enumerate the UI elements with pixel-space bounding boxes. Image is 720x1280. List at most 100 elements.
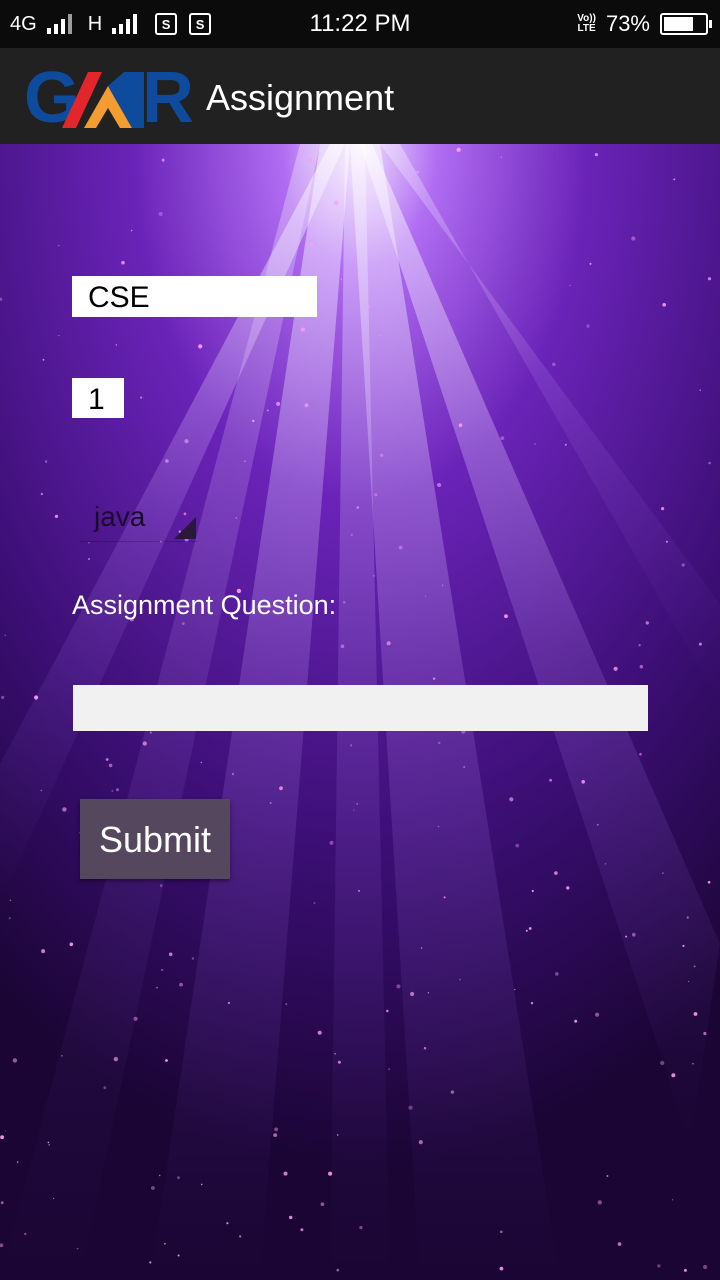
sparkle [574,1019,578,1023]
sparkle [566,886,570,890]
sparkle [671,1073,676,1078]
sparkle [337,1060,341,1064]
sparkle [44,460,48,463]
semester-field[interactable]: 1 [72,378,124,418]
sparkle [418,1140,423,1145]
assignment-question-input[interactable] [73,685,648,731]
sparkle [613,666,618,671]
sparkle [191,957,195,960]
sparkle [549,778,552,782]
department-field[interactable]: CSE [72,276,317,317]
sparkle [606,1175,609,1177]
sparkle [594,153,599,157]
sparkle [177,1254,180,1257]
sparkle [235,517,238,519]
sparkle [359,1226,363,1230]
sparkle [198,344,203,349]
battery-icon [660,13,712,35]
screen: 4G H S S 11:22 PM Vo)) LTE 73% G R Assig… [0,0,720,1280]
sparkle [534,443,536,445]
sparkle [61,1054,63,1057]
sparkle [459,978,461,981]
sparkle [388,1068,390,1070]
sparkle [328,1171,333,1176]
sparkle [340,278,343,280]
sparkle [657,1264,661,1268]
sparkle [159,884,163,887]
sparkle [500,436,505,441]
sparkle [645,621,649,625]
sparkle [0,1135,5,1140]
dropdown-arrow-icon [174,517,196,539]
sparkle [564,443,567,446]
sparkle [334,200,339,205]
sparkle [639,665,643,669]
sparkle [309,242,314,246]
sparkle [698,642,702,646]
sparkle [581,780,585,784]
sparkle [8,917,11,920]
sparkle [130,229,133,232]
sparkle [41,949,46,954]
sparkle [353,809,355,811]
sparkle [276,401,281,406]
sparkle [4,634,7,637]
sparkle [69,942,74,947]
sparkle [300,1228,304,1232]
app-bar: G R Assignment [0,48,720,144]
sparkle [688,980,690,983]
sparkle [450,1090,455,1094]
sparkle [47,1141,50,1144]
sparkle [378,334,381,337]
battery-percent: 73% [605,11,650,36]
sparkle [54,514,59,518]
sparkle [437,483,442,487]
sparkle [88,558,90,560]
sparkle [632,932,636,937]
sparkle [140,396,143,399]
sparkle [500,156,502,158]
subject-dropdown[interactable]: java [80,494,198,542]
sparkle [42,358,45,361]
sparkle [111,790,114,792]
sparkle [661,507,665,511]
sparkle [514,989,516,991]
sparkle [703,1031,707,1036]
sparkle [149,1261,152,1264]
sparkle [269,802,272,804]
sparkle [499,1266,504,1271]
sparkle [184,439,189,444]
sparkle [531,889,534,893]
sparkle [416,171,419,174]
sparkle [673,178,676,181]
sparkle [586,324,590,328]
sparkle [432,677,436,680]
sparkle [686,916,689,919]
sparkle [62,807,67,812]
sparkle [707,277,712,281]
sparkle [88,541,90,544]
sparkle [285,1003,288,1006]
sparkle [149,731,152,734]
sparkle [682,944,685,948]
sparkle [334,1052,336,1055]
sparkle [350,744,353,747]
sparkle [103,1086,107,1090]
assignment-question-label: Assignment Question: [72,590,337,620]
sparkle [105,758,109,761]
sparkle [283,1171,288,1176]
sparkle [48,1144,51,1146]
sparkle [0,1201,4,1205]
sparkle [683,1268,687,1272]
sparkle [530,1002,534,1005]
submit-button[interactable]: Submit [80,799,230,879]
sparkle [177,1176,180,1180]
sparkle [24,1232,27,1236]
sparkle [671,1199,674,1201]
sparkle [408,1105,413,1110]
sparkle [273,1133,278,1137]
sparkle [692,1062,694,1065]
sparkle [504,614,508,619]
sparkle [336,1268,340,1272]
sparkle [279,786,283,791]
